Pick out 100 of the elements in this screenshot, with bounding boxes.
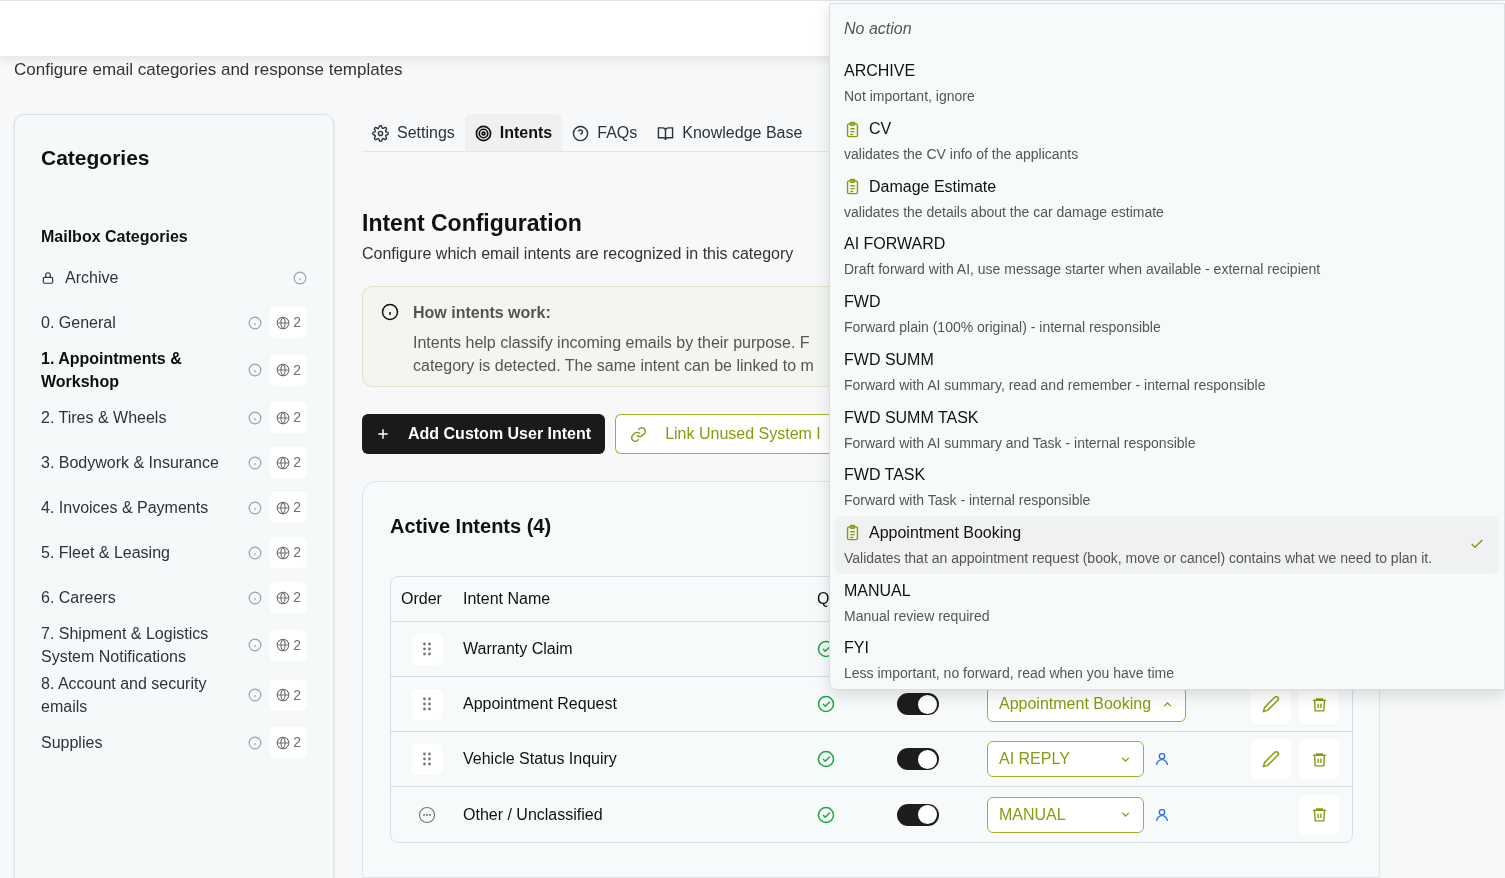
- menu-option[interactable]: Damage Estimate validates the details about the car damage estimate: [835, 169, 1499, 228]
- globe-icon: [276, 500, 291, 515]
- category-item[interactable]: 2. Tires & Wheels 2: [41, 395, 307, 440]
- menu-option[interactable]: FYI Less important, no forward, read when you have time: [835, 631, 1499, 689]
- menu-option[interactable]: FWD SUMM TASK Forward with AI summary and Task - internal responsible: [835, 400, 1499, 459]
- language-count-badge: 2: [270, 727, 307, 758]
- plus-icon: [376, 427, 390, 441]
- category-label: 4. Invoices & Payments: [41, 498, 210, 518]
- category-item[interactable]: 3. Bodywork & Insurance 2: [41, 440, 307, 485]
- menu-option[interactable]: No action: [835, 12, 1499, 55]
- category-label: 7. Shipment & Logistics System Notifications: [41, 624, 210, 667]
- section-title: Mailbox Categories: [41, 227, 189, 247]
- category-item[interactable]: Supplies 2: [41, 720, 307, 765]
- category-label: 0. General: [41, 313, 117, 333]
- language-count-badge: 2: [270, 402, 307, 433]
- category-label: Supplies: [41, 733, 104, 753]
- menu-option[interactable]: CV validates the CV info of the applicants: [835, 112, 1499, 170]
- trash-icon: [1310, 806, 1328, 823]
- language-count-badge: 2: [270, 679, 307, 711]
- panel-title: Categories: [41, 145, 151, 171]
- menu-option[interactable]: Appointment Booking Validates that an appointment request (book, move or cancel) contains what we need to plan it.: [835, 515, 1499, 574]
- toggle-switch[interactable]: [897, 748, 939, 770]
- drag-handle[interactable]: [411, 633, 443, 665]
- add-intent-button[interactable]: Add Custom User Intent: [362, 414, 606, 454]
- option-title: FWD SUMM: [844, 349, 934, 370]
- page-subtitle: Configure email categories and response templates: [14, 59, 403, 81]
- category-item[interactable]: 4. Invoices & Payments 2: [41, 485, 307, 530]
- globe-icon: [276, 315, 291, 330]
- option-title: Appointment Booking: [869, 522, 1022, 543]
- globe-icon: [276, 688, 291, 702]
- language-count-badge: 2: [270, 354, 307, 386]
- globe-icon: [276, 735, 291, 750]
- settings-icon: [372, 124, 389, 142]
- language-count-badge: 2: [270, 582, 307, 613]
- option-description: Forward with Task - internal responsible: [844, 491, 1092, 511]
- language-count-badge: 2: [270, 537, 307, 568]
- category-item[interactable]: 5. Fleet & Leasing 2: [41, 530, 307, 575]
- user-icon[interactable]: [1154, 751, 1170, 767]
- toggle-switch[interactable]: [897, 803, 939, 826]
- info-icon: [293, 270, 307, 285]
- option-description: Less important, no forward, read when you have time: [844, 664, 1175, 684]
- category-item[interactable]: 1. Appointments & Workshop 2: [41, 345, 307, 395]
- menu-option[interactable]: ARCHIVE Not important, ignore: [835, 54, 1499, 113]
- option-title: ARCHIVE: [844, 61, 916, 82]
- drag-handle[interactable]: [411, 743, 443, 775]
- globe-icon: [276, 590, 291, 605]
- category-item[interactable]: 7. Shipment & Logistics System Notifications 2: [41, 620, 307, 670]
- tab[interactable]: Knowledge Base: [647, 114, 813, 151]
- column-header: Order: [400, 589, 443, 609]
- info-icon: [248, 638, 263, 652]
- link-icon: [630, 425, 648, 443]
- category-item[interactable]: 8. Account and security emails 2: [41, 670, 307, 720]
- card-title: Active Intents (4): [390, 514, 552, 539]
- option-title: CV: [869, 119, 892, 140]
- menu-option[interactable]: FWD SUMM Forward with AI summary, read and remember - internal responsible: [835, 342, 1499, 401]
- info-icon: [248, 455, 263, 470]
- info-title: How intents work:: [413, 303, 552, 323]
- menu-option[interactable]: FWD TASK Forward with Task - internal responsible: [835, 458, 1499, 516]
- option-title: FWD: [844, 292, 881, 313]
- category-label: 6. Careers: [41, 588, 117, 608]
- tab[interactable]: FAQs: [562, 114, 648, 151]
- help-icon: [572, 124, 590, 142]
- intent-name: Vehicle Status Inquiry: [463, 749, 618, 769]
- option-title: FWD TASK: [844, 465, 926, 486]
- category-label: 5. Fleet & Leasing: [41, 543, 171, 563]
- option-description: validates the CV info of the applicants: [844, 145, 1080, 165]
- section-description: Configure which email intents are recognized in this category: [362, 244, 794, 264]
- drag-handle[interactable]: [411, 688, 443, 720]
- category-item[interactable]: Archive: [41, 255, 307, 300]
- tab[interactable]: Intents: [464, 114, 563, 151]
- option-description: validates the details about the car damage estimate: [844, 202, 1165, 222]
- menu-option[interactable]: FWD Forward plain (100% original) - internal responsible: [835, 285, 1499, 343]
- option-title: Damage Estimate: [869, 176, 997, 197]
- delete-button[interactable]: [1299, 739, 1339, 779]
- info-icon: [248, 735, 263, 750]
- column-header: Intent Name: [463, 589, 552, 609]
- menu-option[interactable]: MANUAL Manual review required: [835, 573, 1499, 632]
- info-icon: [248, 363, 263, 377]
- delete-button[interactable]: [1299, 794, 1339, 835]
- info-icon: [381, 303, 399, 321]
- category-item[interactable]: 0. General 2: [41, 300, 307, 345]
- menu-option[interactable]: AI FORWARD Draft forward with AI, use message starter when available - external recipient: [835, 227, 1499, 286]
- info-icon: [248, 590, 263, 605]
- category-label: 8. Account and security emails: [41, 674, 208, 717]
- tab[interactable]: Settings: [362, 114, 465, 151]
- info-icon: [248, 688, 263, 702]
- grip-icon: [422, 697, 432, 711]
- toggle-switch[interactable]: [897, 693, 939, 715]
- category-item[interactable]: 6. Careers 2: [41, 575, 307, 620]
- globe-icon: [276, 363, 291, 377]
- option-title: AI FORWARD: [844, 234, 946, 255]
- edit-button[interactable]: [1251, 739, 1291, 779]
- target-icon: [474, 124, 492, 142]
- option-description: Forward with AI summary, read and remember - internal responsible: [844, 375, 1267, 395]
- language-count-badge: 2: [270, 492, 307, 523]
- option-title: FWD SUMM TASK: [844, 407, 979, 428]
- intent-name: Appointment Request: [463, 694, 618, 714]
- globe-icon: [276, 545, 291, 560]
- pencil-icon: [1262, 750, 1280, 768]
- user-icon[interactable]: [1154, 806, 1170, 823]
